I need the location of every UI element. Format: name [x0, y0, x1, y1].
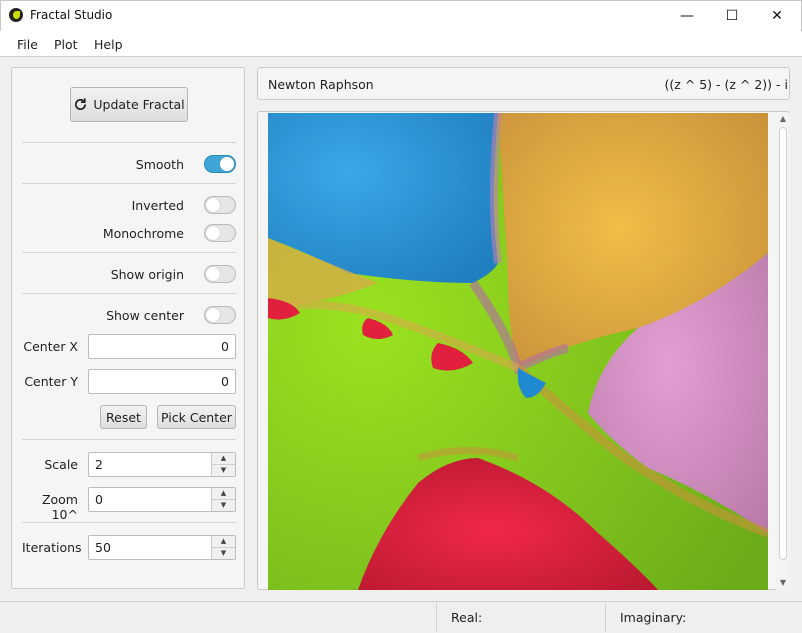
iterations-spinner[interactable]: ▲ ▼: [211, 536, 235, 559]
divider: [22, 183, 236, 184]
fractal-name: Newton Raphson: [268, 77, 374, 92]
menu-file[interactable]: File: [17, 37, 38, 52]
spin-up-icon[interactable]: ▲: [212, 453, 235, 465]
scale-spinner[interactable]: ▲ ▼: [211, 453, 235, 476]
app-logo-icon: [9, 8, 23, 22]
refresh-icon: [75, 98, 87, 110]
window-title: Fractal Studio: [30, 8, 113, 22]
inverted-toggle[interactable]: [204, 196, 236, 214]
menu-help[interactable]: Help: [94, 37, 123, 52]
center-x-input[interactable]: 0: [88, 334, 236, 359]
scale-label: Scale: [44, 457, 78, 472]
spin-up-icon[interactable]: ▲: [212, 536, 235, 548]
scroll-down-icon[interactable]: ▼: [778, 578, 788, 587]
maximize-button[interactable]: ☐: [709, 0, 755, 31]
imaginary-label: Imaginary:: [620, 610, 687, 625]
center-x-label: Center X: [23, 339, 78, 354]
show-center-toggle[interactable]: [204, 306, 236, 324]
close-button[interactable]: ✕: [754, 0, 800, 31]
scroll-up-icon[interactable]: ▲: [778, 114, 788, 123]
iterations-label: Iterations: [22, 540, 82, 555]
fractal-formula: ((z ^ 5) - (z ^ 2)) - i: [664, 77, 788, 92]
update-fractal-label: Update Fractal: [93, 97, 185, 112]
spin-up-icon[interactable]: ▲: [212, 488, 235, 500]
monochrome-label: Monochrome: [102, 226, 184, 241]
divider: [22, 142, 236, 143]
reset-button[interactable]: Reset: [100, 405, 147, 429]
monochrome-toggle[interactable]: [204, 224, 236, 242]
scrollbar-thumb[interactable]: [779, 127, 787, 560]
zoom-spinner[interactable]: ▲ ▼: [211, 488, 235, 511]
divider: [22, 522, 236, 523]
fractal-canvas[interactable]: [268, 113, 768, 590]
status-divider: [605, 603, 606, 632]
center-y-input[interactable]: 0: [88, 369, 236, 394]
real-label: Real:: [451, 610, 483, 625]
update-fractal-button[interactable]: Update Fractal: [70, 87, 188, 122]
fractal-image: [268, 113, 768, 590]
divider: [22, 293, 236, 294]
divider: [22, 439, 236, 440]
minimize-button[interactable]: —: [664, 0, 710, 31]
menu-bar: File Plot Help: [0, 31, 802, 57]
show-origin-toggle[interactable]: [204, 265, 236, 283]
spin-down-icon[interactable]: ▼: [212, 548, 235, 560]
spin-down-icon[interactable]: ▼: [212, 500, 235, 512]
smooth-toggle[interactable]: [204, 155, 236, 173]
divider: [22, 252, 236, 253]
pick-center-button[interactable]: Pick Center: [157, 405, 236, 429]
smooth-label: Smooth: [135, 157, 184, 172]
menu-plot[interactable]: Plot: [54, 37, 78, 52]
show-center-label: Show center: [106, 308, 184, 323]
spin-down-icon[interactable]: ▼: [212, 465, 235, 477]
zoom-label: Zoom 10^: [41, 492, 78, 522]
inverted-label: Inverted: [131, 198, 184, 213]
center-y-label: Center Y: [24, 374, 78, 389]
show-origin-label: Show origin: [110, 267, 184, 282]
status-divider: [436, 603, 437, 632]
